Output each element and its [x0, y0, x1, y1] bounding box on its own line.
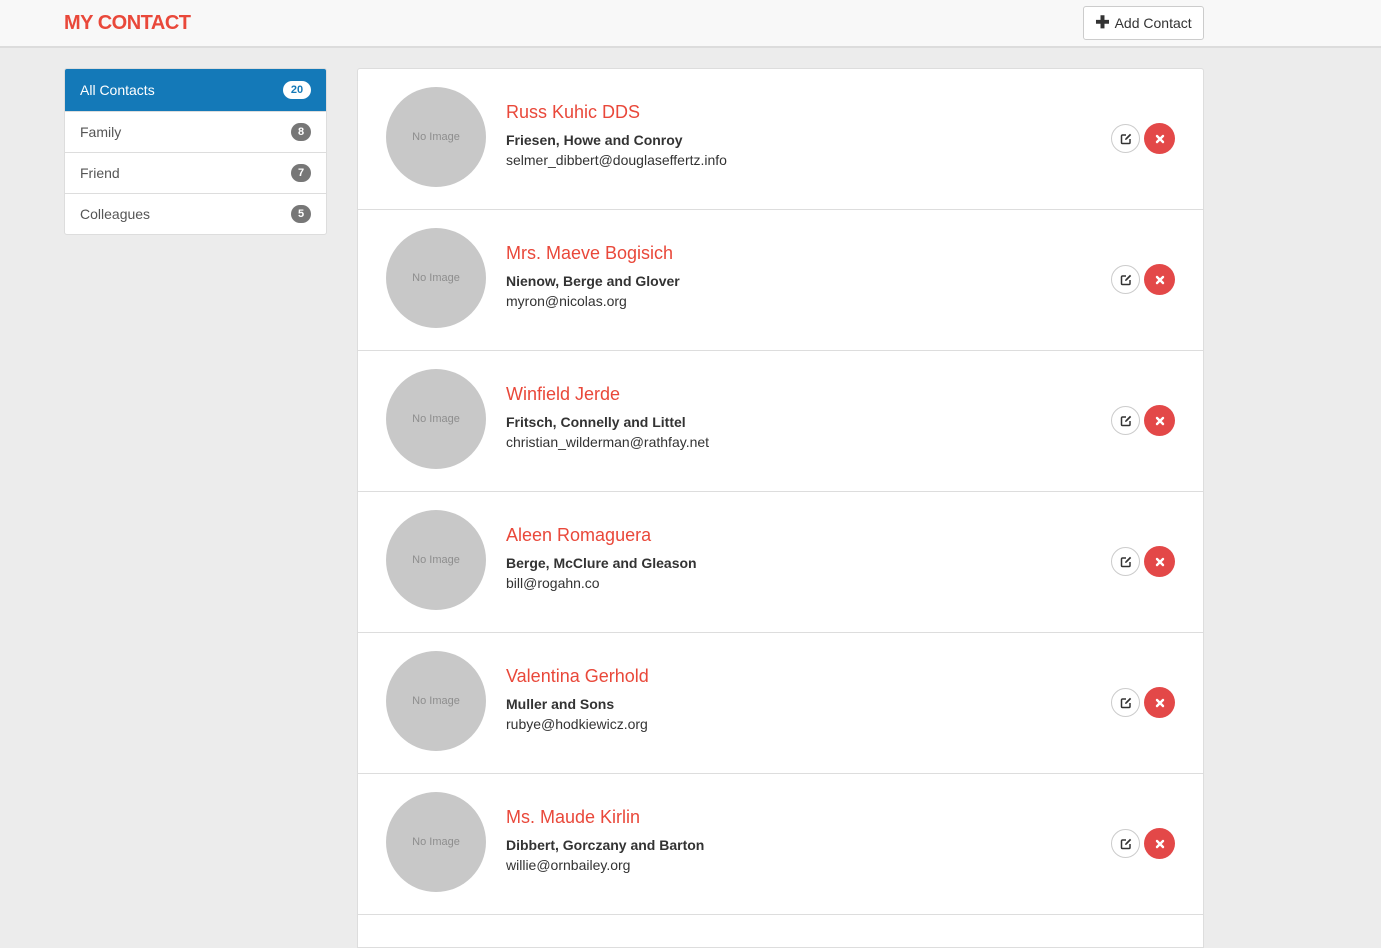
- contact-email: willie@ornbailey.org: [506, 857, 631, 873]
- add-contact-label: Add Contact: [1114, 15, 1192, 31]
- group-count-badge: 7: [291, 164, 311, 182]
- edit-icon: [1120, 838, 1131, 849]
- contact-actions: [1111, 546, 1175, 577]
- close-icon: [1155, 839, 1164, 848]
- contact-row: No Image Mrs. Maeve Bogisich Nienow, Ber…: [358, 210, 1203, 351]
- contact-row: No Image Aleen Romaguera Berge, McClure …: [358, 492, 1203, 633]
- edit-contact-button[interactable]: [1111, 688, 1140, 717]
- app-brand[interactable]: MY CONTACT: [64, 12, 191, 35]
- close-icon: [1155, 134, 1164, 143]
- group-label: All Contacts: [80, 82, 155, 98]
- group-count-badge: 5: [291, 205, 311, 223]
- group-label: Colleagues: [80, 206, 151, 222]
- delete-contact-button[interactable]: [1144, 828, 1175, 859]
- close-icon: [1155, 275, 1164, 284]
- contact-actions: [1111, 828, 1175, 859]
- contact-list: No Image Russ Kuhic DDS Friesen, Howe an…: [357, 68, 1204, 948]
- edit-icon: [1120, 274, 1131, 285]
- contact-email: myron@nicolas.org: [506, 293, 627, 309]
- edit-contact-button[interactable]: [1111, 406, 1140, 435]
- close-icon: [1155, 416, 1164, 425]
- contact-info: Mrs. Maeve Bogisich Nienow, Berge and Gl…: [506, 242, 680, 309]
- avatar: No Image: [386, 651, 486, 751]
- contact-info: Valentina Gerhold Muller and Sons rubye@…: [506, 665, 649, 732]
- contact-row: No Image Russ Kuhic DDS Friesen, Howe an…: [358, 69, 1203, 210]
- group-item-colleagues[interactable]: Colleagues 5: [65, 193, 326, 234]
- avatar: No Image: [386, 87, 486, 187]
- contact-company: Fritsch, Connelly and Littel: [506, 414, 686, 430]
- contact-info: Russ Kuhic DDS Friesen, Howe and Conroy …: [506, 101, 727, 168]
- contact-company: Berge, McClure and Gleason: [506, 555, 697, 571]
- edit-icon: [1120, 697, 1131, 708]
- group-label: Friend: [80, 165, 120, 181]
- contact-actions: [1111, 405, 1175, 436]
- delete-contact-button[interactable]: [1144, 123, 1175, 154]
- close-icon: [1155, 698, 1164, 707]
- edit-contact-button[interactable]: [1111, 124, 1140, 153]
- contact-email: bill@rogahn.co: [506, 575, 600, 591]
- add-contact-button[interactable]: ✚ Add Contact: [1083, 6, 1204, 40]
- contact-name: Valentina Gerhold: [506, 666, 649, 686]
- edit-contact-button[interactable]: [1111, 547, 1140, 576]
- contact-row: No Image Winfield Jerde Fritsch, Connell…: [358, 351, 1203, 492]
- group-item-all-contacts[interactable]: All Contacts 20: [65, 69, 326, 111]
- contact-name: Winfield Jerde: [506, 384, 621, 404]
- contact-email: rubye@hodkiewicz.org: [506, 716, 648, 732]
- delete-contact-button[interactable]: [1144, 405, 1175, 436]
- edit-contact-button[interactable]: [1111, 829, 1140, 858]
- avatar: No Image: [386, 510, 486, 610]
- edit-icon: [1120, 133, 1131, 144]
- delete-contact-button[interactable]: [1144, 264, 1175, 295]
- group-item-family[interactable]: Family 8: [65, 111, 326, 152]
- edit-icon: [1120, 556, 1131, 567]
- contact-name: Russ Kuhic DDS: [506, 102, 641, 122]
- contact-info: Aleen Romaguera Berge, McClure and Gleas…: [506, 524, 697, 591]
- contact-company: Muller and Sons: [506, 696, 615, 712]
- contact-actions: [1111, 123, 1175, 154]
- contact-groups-list: All Contacts 20 Family 8 Friend 7 Collea…: [64, 68, 327, 235]
- contact-email: selmer_dibbert@douglaseffertz.info: [506, 152, 727, 168]
- contact-actions: [1111, 264, 1175, 295]
- contact-company: Friesen, Howe and Conroy: [506, 132, 683, 148]
- contact-info: Ms. Maude Kirlin Dibbert, Gorczany and B…: [506, 806, 704, 873]
- close-icon: [1155, 557, 1164, 566]
- contact-row: No Image Ms. Maude Kirlin Dibbert, Gorcz…: [358, 774, 1203, 915]
- avatar: No Image: [386, 369, 486, 469]
- plus-icon: ✚: [1095, 13, 1110, 32]
- contact-company: Nienow, Berge and Glover: [506, 273, 680, 289]
- group-item-friend[interactable]: Friend 7: [65, 152, 326, 193]
- contact-email: christian_wilderman@rathfay.net: [506, 434, 710, 450]
- contact-actions: [1111, 687, 1175, 718]
- contact-info: Winfield Jerde Fritsch, Connelly and Lit…: [506, 383, 709, 450]
- edit-icon: [1120, 415, 1131, 426]
- contact-name: Mrs. Maeve Bogisich: [506, 243, 674, 263]
- contact-name: Ms. Maude Kirlin: [506, 807, 641, 827]
- avatar: No Image: [386, 792, 486, 892]
- group-count-badge: 20: [283, 81, 311, 99]
- edit-contact-button[interactable]: [1111, 265, 1140, 294]
- delete-contact-button[interactable]: [1144, 546, 1175, 577]
- contact-row: No Image Valentina Gerhold Muller and So…: [358, 633, 1203, 774]
- contact-company: Dibbert, Gorczany and Barton: [506, 837, 705, 853]
- group-label: Family: [80, 124, 122, 140]
- group-count-badge: 8: [291, 123, 311, 141]
- delete-contact-button[interactable]: [1144, 687, 1175, 718]
- avatar: No Image: [386, 228, 486, 328]
- top-navbar: MY CONTACT ✚ Add Contact: [0, 0, 1381, 48]
- contact-name: Aleen Romaguera: [506, 525, 652, 545]
